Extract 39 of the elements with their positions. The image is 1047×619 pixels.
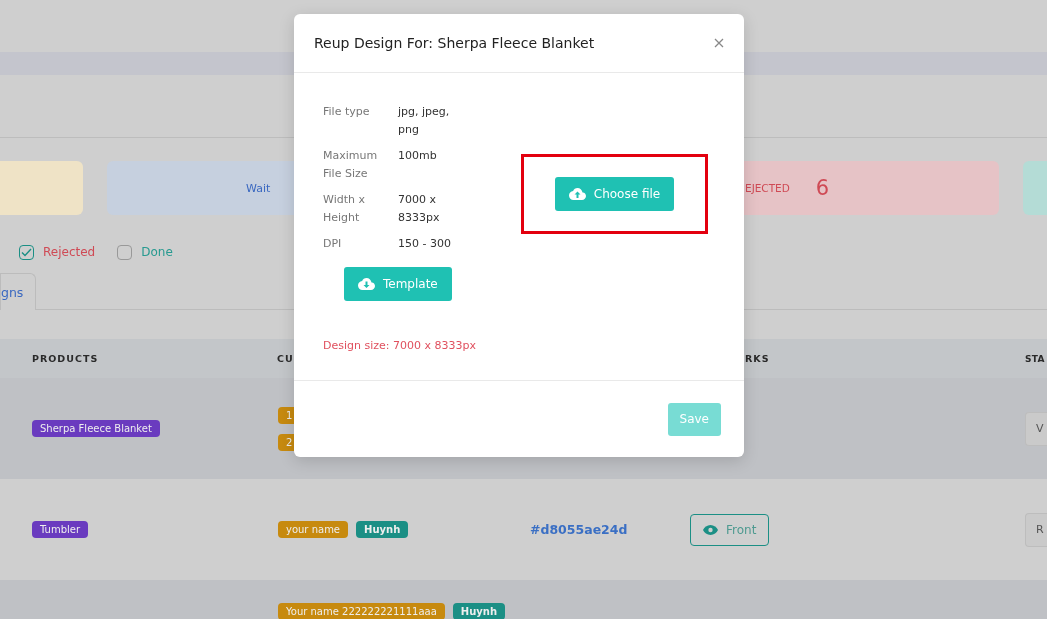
preview-button[interactable]: Front	[690, 513, 770, 546]
checkbox[interactable]	[19, 244, 34, 260]
product-tag: Sherpa Fleece Blanket	[32, 420, 160, 437]
spec-value: 7000 x 8333px	[398, 192, 441, 226]
choose-file-button[interactable]: Choose file	[554, 177, 675, 211]
template-button[interactable]: Template	[344, 267, 452, 301]
spec-value: 100mb	[398, 148, 438, 164]
filter-label[interactable]: Done	[141, 245, 173, 259]
stat-label: Wait	[246, 181, 271, 195]
product-tag: Tumbler	[32, 521, 89, 538]
modal-title: Reup Design For: Sherpa Fleece Blanket	[314, 35, 595, 51]
column-header: RKS	[745, 353, 770, 364]
cloud-upload-icon	[568, 188, 586, 200]
spec-label: Maximum File Size	[323, 148, 379, 182]
spec-value: jpg, jpeg, png	[398, 104, 451, 138]
filter-label[interactable]: Rejected	[43, 245, 96, 259]
name-tag: Huynh	[452, 603, 506, 619]
close-button[interactable]	[714, 38, 724, 48]
stat-label: EJECTED	[745, 182, 790, 194]
tab[interactable]: gns	[0, 273, 37, 310]
design-code: #d8055ae24d	[530, 522, 628, 537]
column-header: PRODUCTS	[32, 353, 99, 364]
status-button[interactable]: V	[1025, 411, 1047, 446]
column-header: STA	[1025, 354, 1045, 364]
spec-value: 150 - 300	[398, 236, 452, 252]
name-tag: Huynh	[356, 521, 409, 538]
stat-count: 6	[815, 176, 830, 200]
spec-label: Width x Height	[323, 192, 366, 226]
close-icon	[714, 38, 724, 48]
column-header: CU	[277, 353, 294, 364]
custom-text-tag: Your name 222222221111aaa	[278, 603, 445, 619]
cloud-download-icon	[358, 278, 375, 290]
checkbox[interactable]	[117, 244, 133, 260]
design-size-note: Design size: 7000 x 8333px	[323, 339, 477, 352]
spec-label: DPI	[323, 236, 343, 252]
custom-text-tag: your name	[278, 521, 349, 538]
eye-icon	[703, 524, 718, 535]
status-button[interactable]: R	[1025, 512, 1047, 547]
spec-label: File type	[323, 104, 371, 120]
